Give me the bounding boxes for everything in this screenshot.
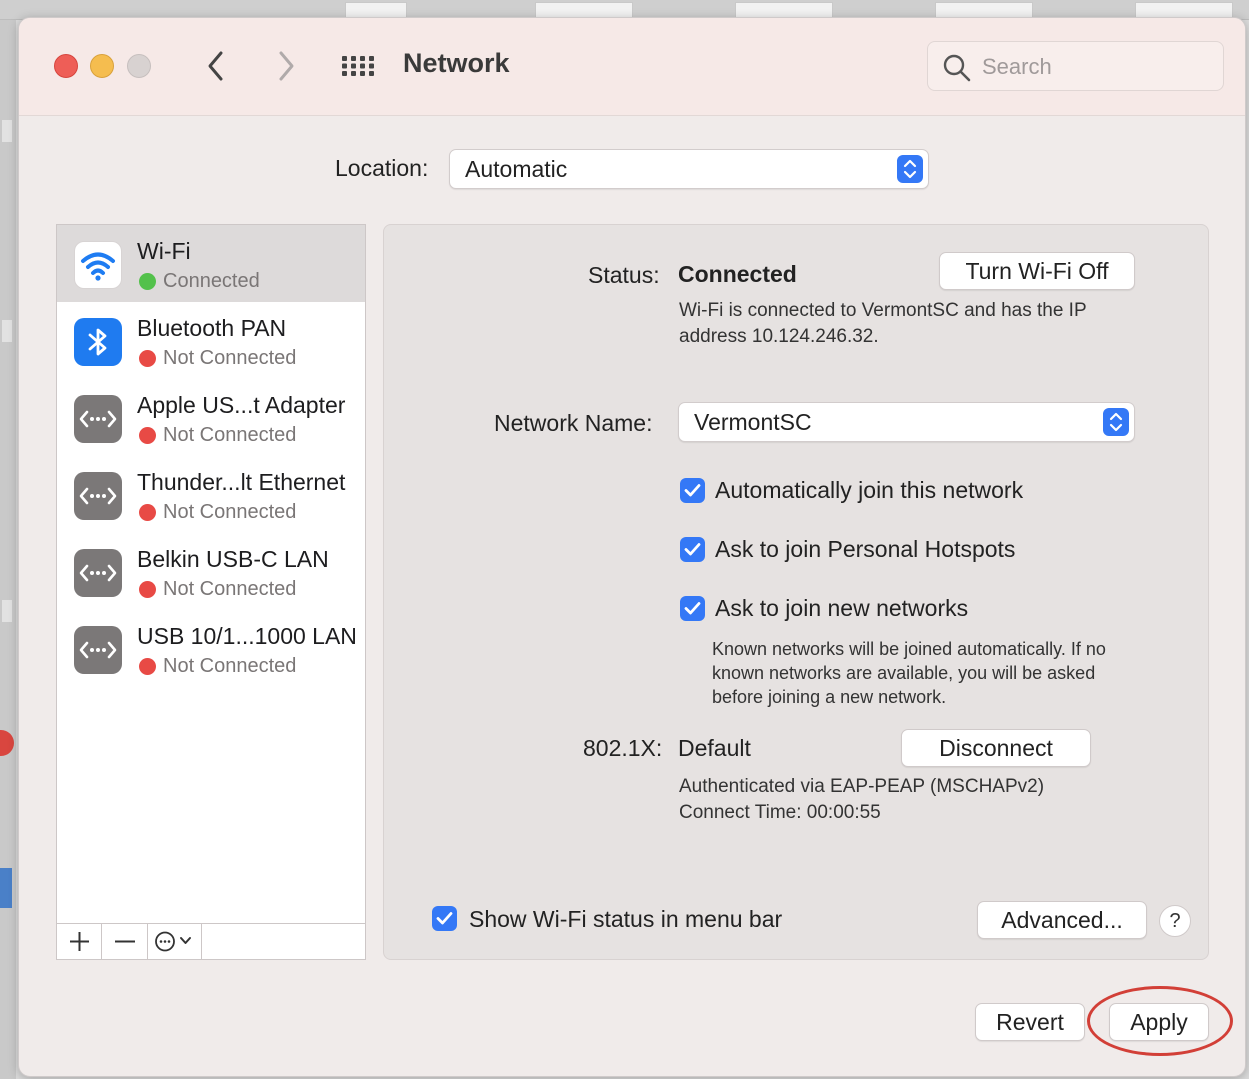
network-name-label: Network Name: — [494, 410, 653, 436]
background-mark — [2, 120, 12, 142]
plus-icon — [70, 932, 89, 951]
background-thumbnail — [535, 2, 633, 18]
network-name-value: VermontSC — [694, 409, 812, 435]
background-window-edge — [0, 20, 16, 1079]
service-name: Thunder...lt Ethernet — [137, 469, 346, 495]
help-button[interactable]: ? — [1159, 905, 1191, 937]
dot1x-value: Default — [678, 735, 751, 761]
search-icon — [943, 54, 971, 82]
not-connected-status-dot — [139, 350, 156, 367]
revert-button[interactable]: Revert — [975, 1003, 1085, 1041]
ethernet-icon — [74, 395, 122, 443]
service-list-toolbar — [57, 923, 365, 959]
location-value: Automatic — [465, 156, 568, 182]
service-name: Wi-Fi — [137, 238, 191, 264]
location-popup[interactable]: Automatic — [449, 149, 929, 189]
advanced-button[interactable]: Advanced... — [977, 901, 1147, 939]
status-description: Wi-Fi is connected to VermontSC and has … — [679, 300, 1087, 347]
service-name: Bluetooth PAN — [137, 315, 287, 341]
service-status: Not Connected — [163, 501, 297, 523]
turn-wifi-off-button[interactable]: Turn Wi-Fi Off — [939, 252, 1135, 290]
show-wifi-status-label: Show Wi-Fi status in menu bar — [469, 906, 783, 932]
search-input[interactable] — [982, 52, 1212, 82]
background-thumbnail — [735, 2, 833, 18]
window-title: Network — [403, 48, 510, 78]
forward-button[interactable] — [271, 48, 301, 84]
auto-join-label: Automatically join this network — [715, 477, 1024, 503]
service-item-apple-usb-adapter[interactable]: Apple US...t Adapter Not Connected — [57, 379, 365, 456]
popup-stepper-icon — [1103, 408, 1129, 436]
action-menu-button[interactable] — [148, 924, 202, 959]
service-list: Wi-Fi Connected Bluetooth PAN Not Connec… — [56, 224, 366, 960]
grid-icon — [342, 56, 374, 76]
service-item-wifi[interactable]: Wi-Fi Connected — [57, 225, 365, 302]
bluetooth-icon — [74, 318, 122, 366]
service-name: Belkin USB-C LAN — [137, 546, 329, 572]
new-networks-label: Ask to join new networks — [715, 595, 969, 621]
popup-stepper-icon — [897, 155, 923, 183]
background-thumbnail — [1135, 2, 1233, 18]
service-item-belkin-usb-c-lan[interactable]: Belkin USB-C LAN Not Connected — [57, 533, 365, 610]
service-item-thunderbolt-ethernet[interactable]: Thunder...lt Ethernet Not Connected — [57, 456, 365, 533]
checkmark-icon — [684, 602, 701, 615]
network-preferences-window: Network Location: Automatic — [18, 17, 1246, 1077]
service-item-usb-1000-lan[interactable]: USB 10/1...1000 LAN Not Connected — [57, 610, 365, 687]
connect-time: Connect Time: 00:00:55 — [679, 802, 881, 823]
not-connected-status-dot — [139, 427, 156, 444]
zoom-window-button[interactable] — [127, 54, 151, 78]
wifi-icon — [74, 241, 122, 289]
status-value: Connected — [678, 261, 797, 287]
service-status: Not Connected — [163, 424, 297, 446]
toolbar: Network — [19, 18, 1245, 116]
chevron-right-icon — [279, 51, 294, 81]
background-thumbnail — [345, 2, 407, 18]
checkmark-icon — [684, 484, 701, 497]
background-thumbnail — [935, 2, 1033, 18]
service-status: Not Connected — [163, 655, 297, 677]
new-networks-checkbox[interactable] — [680, 596, 705, 621]
service-name: Apple US...t Adapter — [137, 392, 346, 418]
search-field[interactable] — [927, 41, 1224, 91]
add-service-button[interactable] — [57, 924, 102, 959]
personal-hotspots-checkbox[interactable] — [680, 537, 705, 562]
location-label: Location: — [335, 155, 429, 181]
dot1x-label: 802.1X: — [583, 735, 663, 761]
personal-hotspots-label: Ask to join Personal Hotspots — [715, 536, 1016, 562]
network-name-popup[interactable]: VermontSC — [678, 402, 1135, 442]
not-connected-status-dot — [139, 658, 156, 675]
show-all-grid-button[interactable] — [341, 55, 375, 77]
ethernet-icon — [74, 549, 122, 597]
service-name: USB 10/1...1000 LAN — [137, 623, 357, 649]
auto-join-checkbox[interactable] — [680, 478, 705, 503]
service-status: Not Connected — [163, 347, 297, 369]
background-mark — [2, 320, 12, 342]
back-button[interactable] — [201, 48, 231, 84]
remove-service-button[interactable] — [102, 924, 148, 959]
minus-icon — [115, 940, 135, 943]
show-wifi-status-checkbox[interactable] — [432, 906, 457, 931]
service-detail-panel: Status: Connected Turn Wi-Fi Off Wi-Fi i… — [383, 224, 1209, 960]
checkmark-icon — [684, 543, 701, 556]
not-connected-status-dot — [139, 504, 156, 521]
status-label: Status: — [588, 262, 660, 288]
new-networks-description: Known networks will be joined automatica… — [712, 639, 1106, 707]
background-selection — [0, 868, 12, 908]
connected-status-dot — [139, 273, 156, 290]
ellipsis-circle-icon — [155, 931, 191, 952]
service-status: Connected — [163, 270, 260, 292]
close-window-button[interactable] — [54, 54, 78, 78]
minimize-window-button[interactable] — [90, 54, 114, 78]
auth-description: Authenticated via EAP-PEAP (MSCHAPv2) — [679, 776, 1045, 797]
service-status: Not Connected — [163, 578, 297, 600]
not-connected-status-dot — [139, 581, 156, 598]
ethernet-icon — [74, 472, 122, 520]
checkmark-icon — [436, 912, 453, 925]
background-mark — [2, 600, 12, 622]
disconnect-button[interactable]: Disconnect — [901, 729, 1091, 767]
chevron-left-icon — [208, 51, 223, 81]
background-badge — [0, 730, 14, 756]
ethernet-icon — [74, 626, 122, 674]
service-item-bluetooth-pan[interactable]: Bluetooth PAN Not Connected — [57, 302, 365, 379]
apply-button[interactable]: Apply — [1109, 1003, 1209, 1041]
